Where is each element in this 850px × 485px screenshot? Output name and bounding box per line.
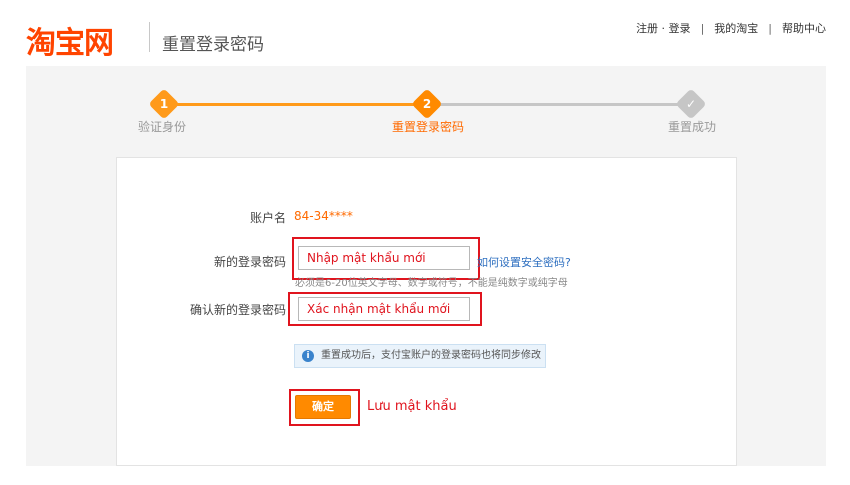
header: 淘宝网 重置登录密码 注册 · 登录 | 我的淘宝 | 帮助中心 xyxy=(0,0,850,66)
header-divider xyxy=(149,22,150,52)
nav-separator: | xyxy=(768,21,772,35)
password-help-link[interactable]: 如何设置安全密码? xyxy=(477,254,571,270)
sync-notice: i 重置成功后，支付宝账户的登录密码也将同步修改 xyxy=(294,344,546,368)
notice-text: 重置成功后，支付宝账户的登录密码也将同步修改 xyxy=(321,350,541,361)
step-3-label: 重置成功 xyxy=(668,120,717,134)
confirm-password-label: 确认新的登录密码 xyxy=(189,303,286,317)
confirm-button[interactable]: 确定 xyxy=(295,395,351,419)
account-label: 账户名 xyxy=(249,211,286,225)
step-2-label: 重置登录密码 xyxy=(392,120,465,134)
top-nav: 注册 · 登录 | 我的淘宝 | 帮助中心 xyxy=(636,20,826,36)
nav-separator: | xyxy=(700,21,705,35)
step-1-label: 验证身份 xyxy=(138,120,187,134)
progress-line-complete xyxy=(166,103,428,106)
nav-register-login[interactable]: 注册 · 登录 xyxy=(636,20,691,36)
check-icon: ✓ xyxy=(685,97,697,111)
progress-steps: 1 验证身份 2 重置登录密码 ✓ 重置成功 xyxy=(26,66,826,146)
step-2-number: 2 xyxy=(422,97,432,111)
new-password-input[interactable]: Nhập mật khẩu mới xyxy=(298,246,470,270)
nav-help-center[interactable]: 帮助中心 xyxy=(782,20,826,36)
nav-my-taobao[interactable]: 我的淘宝 xyxy=(714,20,758,36)
taobao-logo[interactable]: 淘宝网 xyxy=(26,18,114,62)
info-icon: i xyxy=(302,350,314,362)
reset-password-form: 账户名 84-34**** 新的登录密码 Nhập mật khẩu mới 如… xyxy=(116,157,737,466)
page-title: 重置登录密码 xyxy=(162,35,264,55)
account-value: 84-34**** xyxy=(294,209,353,223)
progress-line-pending xyxy=(438,103,691,106)
submit-annotation: Lưu mật khẩu xyxy=(367,399,457,414)
password-hint: 必须是6-20位英文字母、数字或符号，不能是纯数字或纯字母 xyxy=(295,278,568,289)
main-area: 1 验证身份 2 重置登录密码 ✓ 重置成功 账户名 84-34**** 新的登… xyxy=(26,66,826,466)
confirm-password-input[interactable]: Xác nhận mật khẩu mới xyxy=(298,297,470,321)
step-1-number: 1 xyxy=(159,97,169,111)
new-password-label: 新的登录密码 xyxy=(213,255,286,269)
